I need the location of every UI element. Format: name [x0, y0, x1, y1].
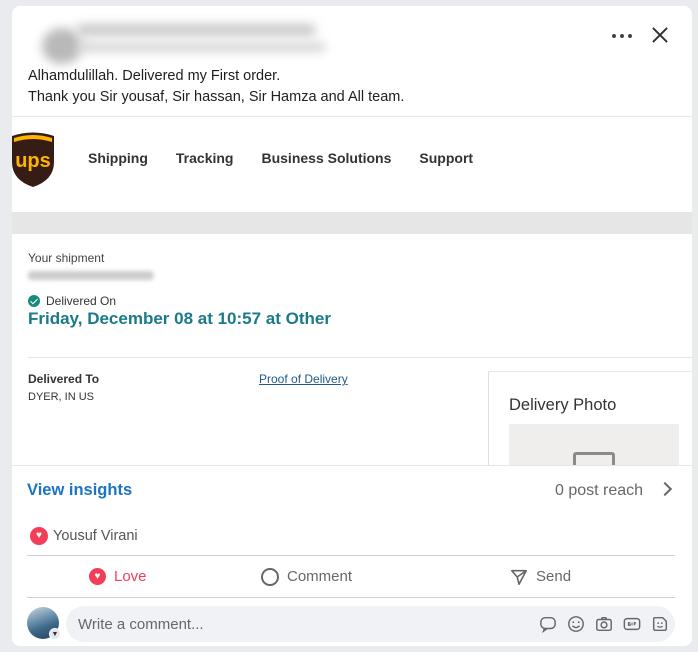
comment-label: Comment	[287, 568, 353, 585]
view-insights-link[interactable]: View insights	[27, 481, 132, 500]
heart-icon[interactable]: ♥	[30, 527, 48, 545]
reactor-name[interactable]: Yousuf Virani	[53, 528, 138, 544]
chevron-right-icon[interactable]	[657, 481, 673, 497]
nav-item-shipping[interactable]: Shipping	[88, 150, 148, 166]
delivered-to-value: DYER, IN US	[28, 391, 95, 403]
comment-composer	[66, 606, 675, 642]
love-button[interactable]: ♥ Love	[89, 556, 147, 597]
blurred-author-name	[76, 24, 316, 36]
gif-icon[interactable]	[623, 615, 641, 633]
camera-icon[interactable]	[595, 615, 613, 633]
image-placeholder-icon	[573, 452, 615, 466]
ups-nav: Shipping Tracking Business Solutions Sup…	[88, 150, 473, 166]
ups-logo-text: ups	[15, 150, 51, 172]
section-divider-band	[12, 212, 692, 234]
comment-icon	[261, 567, 279, 586]
nav-item-support[interactable]: Support	[419, 150, 473, 166]
delivered-to-label: Delivered To	[28, 372, 100, 386]
status-label: Delivered On	[46, 294, 117, 308]
delivery-photo-box[interactable]	[509, 424, 679, 466]
post-card: Alhamdulillah. Delivered my First order.…	[12, 6, 692, 646]
link-preview[interactable]: ups Shipping Tracking Business Solutions…	[12, 116, 692, 466]
chevron-down-icon[interactable]: ▼	[49, 628, 61, 640]
send-icon	[510, 569, 528, 585]
heart-icon: ♥	[89, 568, 106, 585]
comment-button[interactable]: Comment	[261, 556, 352, 597]
avatar-sticker-icon[interactable]	[651, 615, 669, 633]
delivery-photo-panel: Delivery Photo	[488, 371, 692, 466]
post-reach[interactable]: 0 post reach	[555, 482, 643, 500]
blurred-tracking-number	[28, 271, 154, 280]
check-icon	[28, 295, 40, 307]
nav-item-tracking[interactable]: Tracking	[176, 150, 234, 166]
comment-input[interactable]	[78, 606, 518, 642]
ups-logo: ups	[12, 132, 54, 187]
divider	[27, 597, 675, 598]
more-icon[interactable]	[608, 24, 636, 48]
emoji-icon[interactable]	[567, 615, 585, 633]
delivery-photo-title: Delivery Photo	[509, 396, 617, 414]
post-header: Alhamdulillah. Delivered my First order.…	[12, 6, 692, 118]
action-bar: ♥ Love Comment Send	[27, 556, 675, 597]
send-button[interactable]: Send	[510, 556, 571, 597]
love-label: Love	[114, 568, 147, 585]
nav-item-business-solutions[interactable]: Business Solutions	[261, 150, 391, 166]
divider	[12, 465, 692, 466]
close-icon[interactable]	[646, 22, 674, 50]
sticker-icon[interactable]	[539, 615, 557, 633]
composer-icons	[539, 615, 669, 633]
shipment-label: Your shipment	[28, 251, 105, 265]
proof-of-delivery-link[interactable]: Proof of Delivery	[259, 372, 348, 386]
blurred-post-meta	[76, 42, 326, 52]
divider	[28, 357, 692, 358]
delivered-date: Friday, December 08 at 10:57 at Other	[28, 309, 331, 328]
send-label: Send	[536, 568, 572, 585]
post-text: Alhamdulillah. Delivered my First order.…	[28, 68, 405, 105]
